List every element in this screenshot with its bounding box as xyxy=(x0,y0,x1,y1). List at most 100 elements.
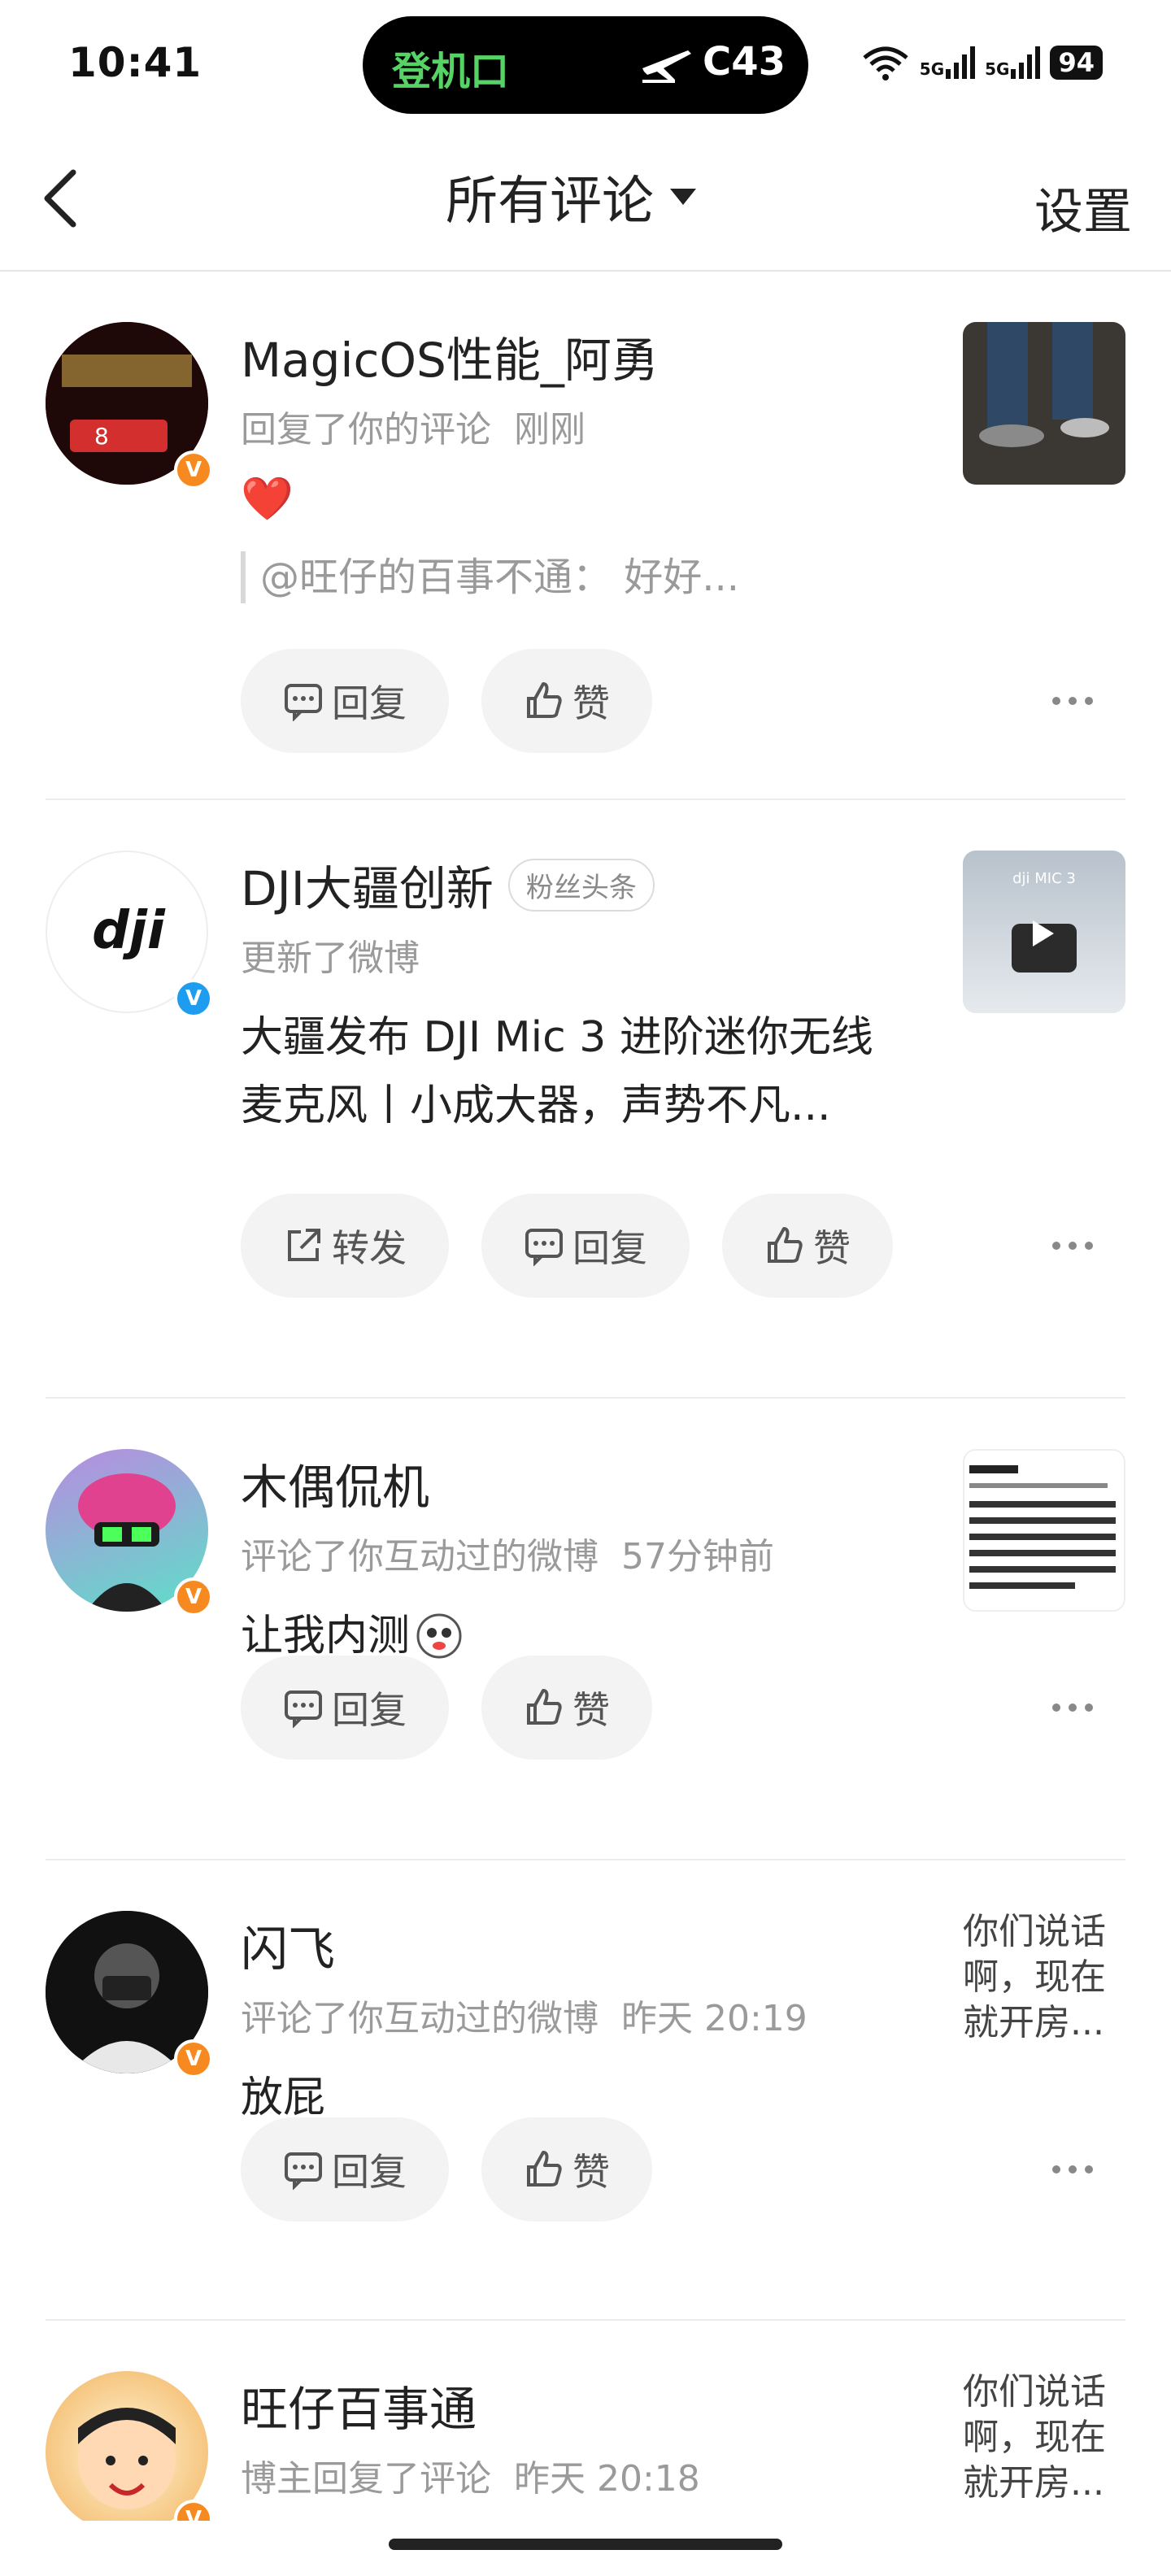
thumbnail-image xyxy=(963,322,1125,485)
comment-body: ❤️ xyxy=(241,475,294,524)
reply-label: 回复 xyxy=(572,1226,647,1270)
comment-filter-dropdown[interactable]: 所有评论 xyxy=(446,164,698,232)
timestamp: 刚刚 xyxy=(514,409,586,450)
timestamp: 昨天 20:18 xyxy=(514,2458,700,2500)
notification-feed: 8 V MagicOS性能_阿勇 回复了你的评论 刚刚 ❤️ @旺仔的百事不通：… xyxy=(0,272,1171,2565)
thumbs-up-icon xyxy=(527,682,562,718)
action-bar: 回复 赞 xyxy=(241,2117,652,2221)
like-label: 赞 xyxy=(813,1226,851,1270)
list-item[interactable]: V 闪飞 评论了你互动过的微博 昨天 20:19 放屁 你们说话啊，现在就开房.… xyxy=(46,1860,1125,2321)
timestamp: 57分钟前 xyxy=(621,1536,774,1577)
more-options-icon[interactable] xyxy=(1052,693,1101,709)
reply-button[interactable]: 回复 xyxy=(241,1656,449,1760)
list-item[interactable]: 8 V MagicOS性能_阿勇 回复了你的评论 刚刚 ❤️ @旺仔的百事不通：… xyxy=(46,272,1125,800)
like-label: 赞 xyxy=(572,1688,610,1732)
action-text: 评论了你互动过的微博 xyxy=(241,1536,599,1577)
action-text: 评论了你互动过的微博 xyxy=(241,1998,599,2039)
reply-label: 回复 xyxy=(332,2150,407,2194)
verified-badge-icon: V xyxy=(174,1577,213,1617)
user-name[interactable]: 木偶侃机 xyxy=(241,1449,429,1517)
verified-badge-icon: V xyxy=(174,2039,213,2078)
like-button[interactable]: 赞 xyxy=(481,1656,652,1760)
comment-icon xyxy=(285,2152,322,2190)
item-content: MagicOS性能_阿勇 回复了你的评论 刚刚 ❤️ @旺仔的百事不通： 好好.… xyxy=(241,322,956,603)
settings-button[interactable]: 设置 xyxy=(1034,172,1132,243)
like-button[interactable]: 赞 xyxy=(481,649,652,753)
more-options-icon[interactable] xyxy=(1052,2161,1101,2178)
reply-label: 回复 xyxy=(332,1688,407,1732)
like-label: 赞 xyxy=(572,681,610,725)
action-bar: 回复 赞 xyxy=(241,649,652,753)
svg-text:dji: dji xyxy=(92,901,166,961)
thumbs-up-icon xyxy=(768,1227,803,1263)
signal-label-1: 5G xyxy=(919,59,945,79)
reply-button[interactable]: 回复 xyxy=(241,2117,449,2221)
forward-button[interactable]: 转发 xyxy=(241,1194,449,1298)
user-name[interactable]: 闪飞 xyxy=(241,1911,335,1979)
user-name[interactable]: MagicOS性能_阿勇 xyxy=(241,322,659,390)
battery-icon: 94 xyxy=(1050,46,1103,80)
quoted-comment[interactable]: @旺仔的百事不通： 好好... xyxy=(241,551,956,603)
clock: 10:41 xyxy=(68,39,202,86)
avatar[interactable]: dji V xyxy=(46,851,216,1021)
status-bar: 10:41 登机口 C43 5G 5G 94 xyxy=(0,0,1171,127)
like-button[interactable]: 赞 xyxy=(722,1194,893,1298)
page-title: 所有评论 xyxy=(446,172,654,232)
emoji-icon xyxy=(416,1613,462,1659)
promoted-badge: 粉丝头条 xyxy=(507,858,655,912)
status-icons: 5G 5G 94 xyxy=(861,42,1103,83)
item-content: DJI大疆创新 粉丝头条 更新了微博 大疆发布 DJI Mic 3 进阶迷你无线… xyxy=(241,851,956,1140)
signal-icon-1: 5G xyxy=(919,46,976,79)
boarding-gate-label: 登机口 xyxy=(392,49,510,94)
avatar[interactable]: 8 V xyxy=(46,322,216,493)
post-body[interactable]: 大疆发布 DJI Mic 3 进阶迷你无线麦克风丨小成大器，声势不凡... xyxy=(241,1003,883,1140)
comment-icon xyxy=(525,1229,563,1266)
home-indicator[interactable] xyxy=(389,2539,782,2550)
user-name[interactable]: 旺仔百事通 xyxy=(241,2371,477,2439)
signal-icon-2: 5G xyxy=(985,46,1041,79)
thumbnail-image: dji MIC 3 xyxy=(963,851,1125,1013)
reply-button[interactable]: 回复 xyxy=(241,649,449,753)
more-options-icon[interactable] xyxy=(1052,1238,1101,1254)
list-item[interactable]: V 木偶侃机 评论了你互动过的微博 57分钟前 让我内测 回复 赞 xyxy=(46,1399,1125,1860)
like-button[interactable]: 赞 xyxy=(481,2117,652,2221)
item-content: 木偶侃机 评论了你互动过的微博 57分钟前 让我内测 xyxy=(241,1449,956,1670)
thumbs-up-icon xyxy=(527,1689,562,1725)
post-thumbnail[interactable] xyxy=(963,322,1125,485)
item-content: 旺仔百事通 博主回复了评论 昨天 20:18 xyxy=(241,2371,956,2501)
back-icon[interactable] xyxy=(36,166,93,231)
video-thumbnail[interactable]: dji MIC 3 xyxy=(963,851,1125,1013)
forward-label: 转发 xyxy=(332,1226,407,1270)
more-options-icon[interactable] xyxy=(1052,1699,1101,1716)
reply-label: 回复 xyxy=(332,681,407,725)
user-name[interactable]: DJI大疆创新 xyxy=(241,851,494,919)
verified-badge-icon: V xyxy=(174,979,213,1018)
like-label: 赞 xyxy=(572,2150,610,2194)
comment-icon xyxy=(285,684,322,721)
item-content: 闪飞 评论了你互动过的微博 昨天 20:19 放屁 xyxy=(241,1911,956,2132)
avatar[interactable]: V xyxy=(46,1911,216,2082)
avatar[interactable]: V xyxy=(46,2371,216,2542)
action-bar: 转发 回复 赞 xyxy=(241,1194,893,1298)
action-text: 回复了你的评论 xyxy=(241,409,491,450)
reply-button[interactable]: 回复 xyxy=(481,1194,690,1298)
list-item[interactable]: dji V DJI大疆创新 粉丝头条 更新了微博 大疆发布 DJI Mic 3 … xyxy=(46,800,1125,1399)
action-text: 博主回复了评论 xyxy=(241,2458,491,2500)
signal-label-2: 5G xyxy=(985,59,1010,79)
post-preview-text[interactable]: 你们说话啊，现在就开房... xyxy=(963,2369,1125,2506)
svg-text:dji MIC 3: dji MIC 3 xyxy=(1012,870,1076,887)
caret-down-icon xyxy=(670,189,696,205)
thumbs-up-icon xyxy=(527,2151,562,2187)
post-thumbnail[interactable] xyxy=(963,1449,1125,1612)
airplane-icon xyxy=(642,50,691,83)
gate-code: C43 xyxy=(703,39,786,85)
action-bar: 回复 赞 xyxy=(241,1656,652,1760)
comment-icon xyxy=(285,1690,322,1728)
post-preview-text[interactable]: 你们说话啊，现在就开房... xyxy=(963,1909,1125,2046)
wifi-icon xyxy=(863,46,908,80)
nav-header: 所有评论 设置 xyxy=(0,127,1171,272)
dynamic-island[interactable]: 登机口 C43 xyxy=(363,16,808,114)
svg-text:8: 8 xyxy=(94,423,109,450)
action-text: 更新了微博 xyxy=(241,938,420,979)
avatar[interactable]: V xyxy=(46,1449,216,1620)
